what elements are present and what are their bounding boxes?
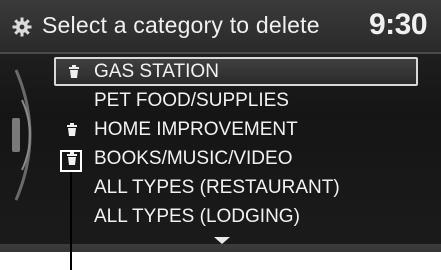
list-item-label: ALL TYPES (LODGING) — [94, 206, 300, 227]
delete-mark-icon — [67, 123, 77, 136]
list-item[interactable]: PET FOOD/SUPPLIES — [54, 86, 418, 115]
softkey-bar: Deselect All Select All OK — [0, 244, 441, 252]
list-item-label: ALL TYPES (RESTAURANT) — [94, 177, 340, 198]
category-list: GAS STATION PET FOOD/SUPPLIES HOME IMPRO… — [54, 57, 418, 231]
delete-mark-icon — [69, 65, 79, 78]
select-all-button[interactable]: Select All — [175, 244, 285, 252]
callout-box — [60, 150, 82, 172]
clock: 9:30 — [368, 8, 428, 41]
list-item[interactable]: HOME IMPROVEMENT — [54, 115, 418, 144]
list-item-label: HOME IMPROVEMENT — [94, 119, 298, 140]
list-item-label: GAS STATION — [94, 61, 219, 82]
nav-screen: Select a category to delete 9:30 GAS STA… — [0, 0, 441, 252]
deselect-all-button[interactable]: Deselect All — [30, 244, 140, 252]
list-item[interactable]: ALL TYPES (LODGING) — [54, 202, 418, 231]
scroll-dial[interactable] — [10, 60, 50, 210]
chevron-down-icon — [214, 237, 230, 244]
list-item[interactable]: BOOKS/MUSIC/VIDEO — [54, 144, 418, 173]
callout-leader-line — [70, 172, 72, 270]
list-item[interactable]: ALL TYPES (RESTAURANT) — [54, 173, 418, 202]
list-item-label: BOOKS/MUSIC/VIDEO — [94, 148, 293, 169]
gear-icon — [12, 17, 32, 37]
list-item[interactable]: GAS STATION — [54, 57, 418, 86]
ok-button[interactable]: OK — [330, 244, 400, 252]
page-title: Select a category to delete — [42, 12, 320, 38]
list-item-label: PET FOOD/SUPPLIES — [94, 90, 289, 111]
title-bar: Select a category to delete 9:30 — [0, 0, 441, 54]
